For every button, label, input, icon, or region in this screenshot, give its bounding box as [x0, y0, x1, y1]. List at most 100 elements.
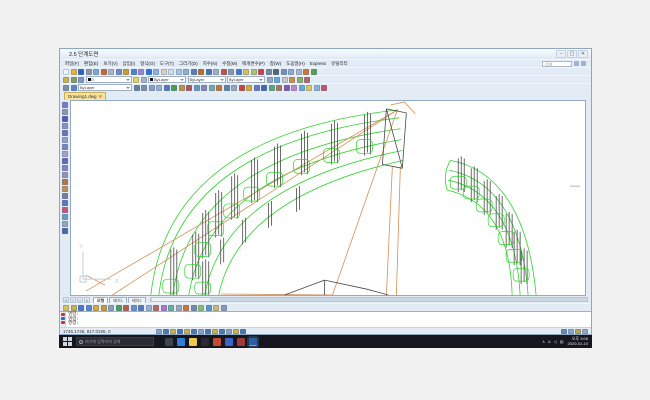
render-icon[interactable]	[303, 69, 309, 75]
wblock-icon[interactable]	[291, 85, 297, 91]
start-button[interactable]	[62, 336, 73, 347]
otrack-toggle[interactable]	[205, 329, 211, 334]
trim-icon[interactable]	[186, 85, 192, 91]
pan-icon[interactable]	[161, 69, 167, 75]
leader-icon[interactable]	[276, 85, 282, 91]
fillet-icon[interactable]	[224, 85, 230, 91]
layout-tab[interactable]: 배치2	[128, 297, 146, 303]
none-icon[interactable]	[176, 305, 182, 311]
insert-block-icon[interactable]	[62, 179, 68, 185]
tangent-icon[interactable]	[131, 305, 137, 311]
otrack-icon[interactable]	[206, 305, 212, 311]
copy-icon[interactable]	[116, 69, 122, 75]
help-icon[interactable]	[581, 61, 586, 66]
app-red-icon[interactable]	[237, 338, 245, 346]
lock-button[interactable]	[582, 329, 588, 334]
markup-icon[interactable]	[221, 69, 227, 75]
help-icon[interactable]	[236, 69, 242, 75]
midpoint-icon[interactable]	[86, 305, 92, 311]
layer-properties-icon[interactable]	[63, 77, 69, 83]
match-properties-icon[interactable]	[131, 69, 137, 75]
menu-item[interactable]: 편집(E)	[84, 61, 98, 67]
infer-constraints-toggle[interactable]	[156, 329, 162, 334]
layout-nav-button[interactable]: »	[84, 297, 90, 303]
snap-toggle[interactable]	[163, 329, 169, 334]
layer-off-icon[interactable]	[282, 77, 288, 83]
layout-tab[interactable]: 배치1	[109, 297, 127, 303]
block-editor-icon[interactable]	[138, 69, 144, 75]
mirror-icon[interactable]	[209, 85, 215, 91]
zoom-previous-icon[interactable]	[183, 69, 189, 75]
maximize-button[interactable]: ▢	[567, 50, 577, 58]
layer-dropdown[interactable]: 0	[86, 76, 132, 83]
menu-item[interactable]: 보기(V)	[103, 61, 117, 67]
circle-icon[interactable]	[149, 85, 155, 91]
menu-item[interactable]: 치수(N)	[203, 61, 218, 67]
layer-icon[interactable]	[243, 69, 249, 75]
linetype-icon[interactable]	[266, 69, 272, 75]
text-style-icon[interactable]	[281, 69, 287, 75]
polyline-icon[interactable]	[141, 85, 147, 91]
workspace-button[interactable]	[575, 329, 581, 334]
lwt-icon[interactable]	[221, 305, 227, 311]
plot-preview-icon[interactable]	[93, 69, 99, 75]
offset-icon[interactable]	[201, 85, 207, 91]
osnap-toggle[interactable]	[191, 329, 197, 334]
osnap-settings-icon[interactable]	[183, 305, 189, 311]
measure-icon[interactable]	[306, 85, 312, 91]
sheet-set-icon[interactable]	[213, 69, 219, 75]
layer-walk-icon[interactable]	[304, 77, 310, 83]
tool-palettes-icon[interactable]	[206, 69, 212, 75]
make-layer-current-icon[interactable]	[71, 77, 77, 83]
endpoint-icon[interactable]	[78, 305, 84, 311]
minimize-button[interactable]: –	[556, 50, 566, 58]
scrollbar-thumb[interactable]	[152, 298, 210, 301]
layout-nav-button[interactable]: ›	[77, 297, 83, 303]
circle-icon[interactable]	[62, 144, 68, 150]
polar-toggle[interactable]	[184, 329, 190, 334]
chamfer-icon[interactable]	[231, 85, 237, 91]
dimension-icon[interactable]	[269, 85, 275, 91]
file-explorer-icon[interactable]	[189, 338, 197, 346]
arc-icon[interactable]	[156, 85, 162, 91]
volume-icon[interactable]: ◁	[554, 339, 557, 344]
style-dropdown[interactable]: ByLayer	[78, 84, 132, 91]
table-style-icon[interactable]	[296, 69, 302, 75]
quadrant-icon[interactable]	[123, 305, 129, 311]
mtext-icon[interactable]	[62, 228, 68, 234]
menu-item[interactable]: 매개변수(P)	[242, 61, 265, 67]
cad-app-icon[interactable]	[249, 338, 257, 346]
intersection-icon[interactable]	[93, 305, 99, 311]
ellipse-arc-icon[interactable]	[62, 172, 68, 178]
lwt-toggle[interactable]	[226, 329, 232, 334]
store-icon[interactable]	[201, 338, 209, 346]
arc-icon[interactable]	[62, 137, 68, 143]
horizontal-scrollbar[interactable]	[150, 297, 588, 302]
array-icon[interactable]	[216, 85, 222, 91]
color-control-icon[interactable]	[258, 69, 264, 75]
polar-icon[interactable]	[198, 305, 204, 311]
binoculars-icon[interactable]	[574, 61, 579, 66]
snap-from-icon[interactable]	[71, 305, 77, 311]
color-dropdown[interactable]: ByLayer	[148, 76, 186, 83]
apparent-intersection-icon[interactable]	[101, 305, 107, 311]
group-icon[interactable]	[299, 85, 305, 91]
tab-close-icon[interactable]: ✕	[99, 95, 103, 99]
dyn-icon[interactable]	[213, 305, 219, 311]
app-blue-icon[interactable]	[225, 338, 233, 346]
open-icon[interactable]	[71, 69, 77, 75]
layer-lock-icon[interactable]	[141, 77, 147, 83]
designcenter-icon[interactable]	[198, 69, 204, 75]
menu-item[interactable]: 수정(M)	[222, 61, 237, 67]
hatch-icon[interactable]	[254, 85, 260, 91]
layout-tab[interactable]: 모형	[93, 297, 108, 303]
menu-item[interactable]: 도구(T)	[160, 61, 174, 67]
transparency-toggle[interactable]	[233, 329, 239, 334]
cut-icon[interactable]	[108, 69, 114, 75]
drawing-canvas[interactable]: Y X	[70, 100, 586, 296]
nearest-icon[interactable]	[168, 305, 174, 311]
close-button[interactable]: ✕	[578, 50, 588, 58]
insert-icon[interactable]	[161, 305, 167, 311]
extension-icon[interactable]	[108, 305, 114, 311]
edge-icon[interactable]	[177, 338, 185, 346]
